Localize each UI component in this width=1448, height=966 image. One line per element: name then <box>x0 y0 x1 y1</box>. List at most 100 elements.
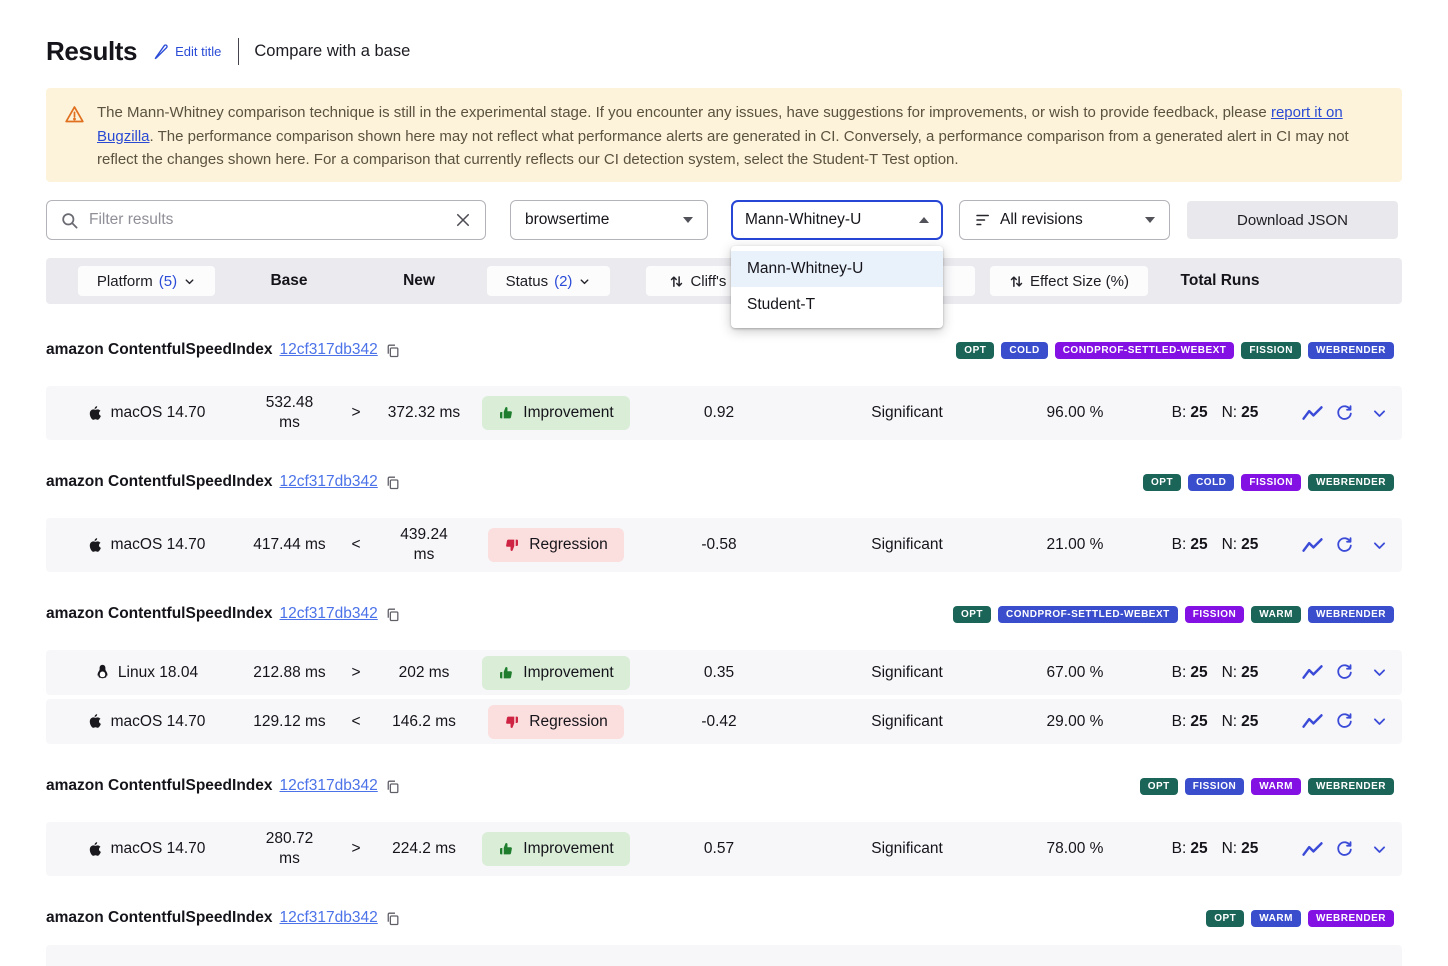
clear-filter-icon[interactable] <box>454 211 472 229</box>
graph-button[interactable] <box>1301 405 1324 422</box>
revision-link[interactable]: 12cf317db342 <box>280 341 378 359</box>
copy-button[interactable] <box>384 606 401 623</box>
tag-warm: WARM <box>1251 910 1301 927</box>
filter-results-input[interactable] <box>89 211 444 229</box>
framework-select[interactable]: browsertime <box>510 200 708 240</box>
platform-cell: macOS 14.70 <box>46 840 246 859</box>
revisions-select[interactable]: All revisions <box>959 200 1170 240</box>
tag-fission: FISSION <box>1241 342 1301 359</box>
tag-opt: OPT <box>1140 778 1178 795</box>
edit-title-label: Edit title <box>175 44 221 59</box>
tag-webrender: WEBRENDER <box>1308 910 1394 927</box>
runs-base-prefix: B: <box>1172 713 1187 731</box>
runs-base-prefix: B: <box>1172 664 1187 682</box>
results-table-header: Platform (5) Base New Status (2) Cliff's… <box>46 258 1402 304</box>
revision-link[interactable]: 12cf317db342 <box>280 605 378 623</box>
tag-warm: WARM <box>1251 606 1301 623</box>
filter-search-box <box>46 200 486 240</box>
effect-size-value: 96.00 % <box>1019 404 1131 422</box>
new-value: 146.2 ms <box>379 712 469 732</box>
chevron-down-icon <box>683 217 693 223</box>
copy-icon <box>384 910 401 927</box>
expand-row-button[interactable] <box>1371 841 1388 858</box>
graph-button[interactable] <box>1301 664 1324 681</box>
row-actions <box>1299 840 1402 859</box>
runs-base-value: 25 <box>1190 664 1207 682</box>
page-header: Results Edit title Compare with a base <box>46 36 410 67</box>
retrigger-button[interactable] <box>1335 840 1354 859</box>
platform-filter-chip[interactable]: Platform (5) <box>78 266 215 296</box>
effect-size-sort-chip[interactable]: Effect Size (%) <box>990 266 1148 296</box>
revision-link[interactable]: 12cf317db342 <box>280 777 378 795</box>
result-section-header: amazon ContentfulSpeedIndex 12cf317db342… <box>46 602 1402 626</box>
perf-compare-page: Results Edit title Compare with a base T… <box>0 0 1448 966</box>
retrigger-button[interactable] <box>1335 404 1354 423</box>
tag-opt: OPT <box>953 606 991 623</box>
download-json-button[interactable]: Download JSON <box>1187 201 1398 239</box>
tag-cold: COLD <box>1188 474 1234 491</box>
comparison-sign: > <box>333 840 379 858</box>
row-actions <box>1299 404 1402 423</box>
new-value: 439.24 ms <box>379 525 469 565</box>
revision-link[interactable]: 12cf317db342 <box>280 909 378 927</box>
runs-new-value: 25 <box>1241 404 1258 422</box>
runs-new-prefix: N: <box>1222 664 1238 682</box>
status-cell: Improvement <box>469 656 643 690</box>
copy-icon <box>384 474 401 491</box>
runs-new-value: 25 <box>1241 664 1258 682</box>
graph-button[interactable] <box>1301 537 1324 554</box>
retrigger-button[interactable] <box>1335 663 1354 682</box>
option-mann-whitney-u[interactable]: Mann-Whitney-U <box>731 251 943 287</box>
runs-base-value: 25 <box>1190 536 1207 554</box>
graph-button[interactable] <box>1301 841 1324 858</box>
tag-opt: OPT <box>956 342 994 359</box>
test-type-dropdown-menu: Mann-Whitney-U Student-T <box>731 246 943 328</box>
result-row: macOS 14.70 280.72 ms > 224.2 ms Improve… <box>46 822 1402 876</box>
line-chart-icon <box>1301 713 1324 730</box>
tags: OPTCONDPROF-SETTLED-WEBEXTFISSIONWARMWEB… <box>953 606 1394 623</box>
expand-row-button[interactable] <box>1371 664 1388 681</box>
compare-with-base-label: Compare with a base <box>254 42 410 61</box>
status-filter-chip[interactable]: Status (2) <box>487 266 610 296</box>
runs-new-value: 25 <box>1241 840 1258 858</box>
retrigger-button[interactable] <box>1335 712 1354 731</box>
status-cell: Regression <box>469 705 643 739</box>
status-badge: Improvement <box>482 832 629 866</box>
copy-icon <box>384 342 401 359</box>
copy-button[interactable] <box>384 474 401 491</box>
base-column-header: Base <box>254 272 324 290</box>
new-column-header: New <box>384 272 454 290</box>
chevron-down-icon <box>183 275 196 288</box>
copy-button[interactable] <box>384 910 401 927</box>
new-value: 202 ms <box>379 663 469 683</box>
retrigger-button[interactable] <box>1335 536 1354 555</box>
status-label: Improvement <box>523 664 613 682</box>
apple-icon <box>87 536 104 555</box>
warning-icon <box>64 104 85 125</box>
effect-size-value: 78.00 % <box>1019 840 1131 858</box>
sort-icon <box>669 274 684 289</box>
expand-row-button[interactable] <box>1371 405 1388 422</box>
graph-button[interactable] <box>1301 713 1324 730</box>
edit-title-button[interactable]: Edit title <box>153 44 221 60</box>
result-section-header: amazon ContentfulSpeedIndex 12cf317db342… <box>46 774 1402 798</box>
new-value: 372.32 ms <box>379 403 469 423</box>
total-runs-cell: B:25 N:25 <box>1131 664 1299 682</box>
test-type-select[interactable]: Mann-Whitney-U <box>731 200 943 240</box>
copy-button[interactable] <box>384 778 401 795</box>
expand-row-button[interactable] <box>1371 713 1388 730</box>
tag-fission: FISSION <box>1241 474 1301 491</box>
tag-webrender: WEBRENDER <box>1308 606 1394 623</box>
thumbs-down-icon <box>504 714 520 730</box>
copy-button[interactable] <box>384 342 401 359</box>
chevron-down-icon <box>1371 664 1388 681</box>
runs-base-value: 25 <box>1190 840 1207 858</box>
tag-opt: OPT <box>1206 910 1244 927</box>
runs-base-value: 25 <box>1190 404 1207 422</box>
platform-label: macOS 14.70 <box>111 404 206 422</box>
revision-link[interactable]: 12cf317db342 <box>280 473 378 491</box>
runs-new-prefix: N: <box>1222 713 1238 731</box>
tag-fission: FISSION <box>1185 606 1245 623</box>
expand-row-button[interactable] <box>1371 537 1388 554</box>
option-student-t[interactable]: Student-T <box>731 287 943 323</box>
